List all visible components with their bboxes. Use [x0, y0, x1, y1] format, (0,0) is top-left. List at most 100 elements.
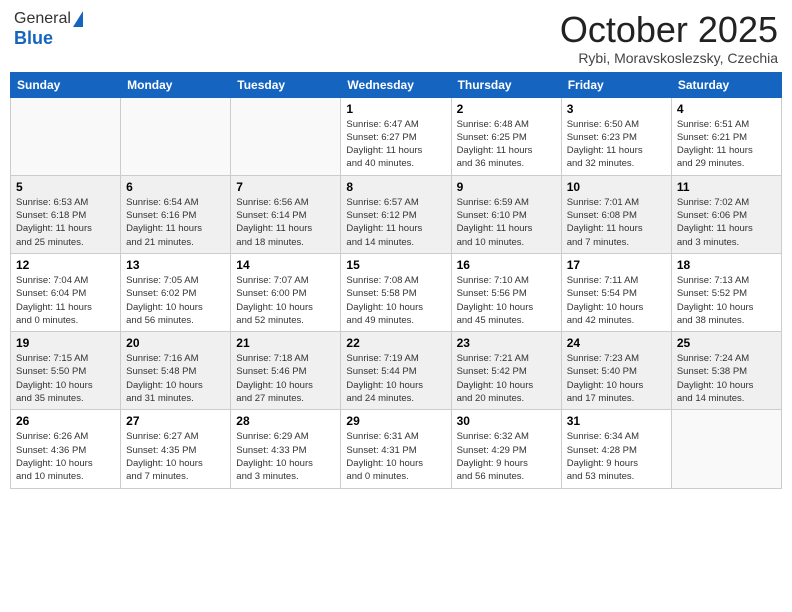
calendar-day-cell [121, 97, 231, 175]
calendar-table: SundayMondayTuesdayWednesdayThursdayFrid… [10, 72, 782, 489]
day-number: 22 [346, 336, 445, 350]
day-info: Sunrise: 7:05 AM Sunset: 6:02 PM Dayligh… [126, 274, 225, 327]
calendar-day-cell: 11Sunrise: 7:02 AM Sunset: 6:06 PM Dayli… [671, 175, 781, 253]
day-number: 7 [236, 180, 335, 194]
day-number: 27 [126, 414, 225, 428]
day-info: Sunrise: 6:57 AM Sunset: 6:12 PM Dayligh… [346, 196, 445, 249]
day-number: 31 [567, 414, 666, 428]
day-info: Sunrise: 7:23 AM Sunset: 5:40 PM Dayligh… [567, 352, 666, 405]
calendar-day-cell: 26Sunrise: 6:26 AM Sunset: 4:36 PM Dayli… [11, 410, 121, 488]
day-number: 6 [126, 180, 225, 194]
day-info: Sunrise: 6:32 AM Sunset: 4:29 PM Dayligh… [457, 430, 556, 483]
day-info: Sunrise: 7:08 AM Sunset: 5:58 PM Dayligh… [346, 274, 445, 327]
day-info: Sunrise: 6:27 AM Sunset: 4:35 PM Dayligh… [126, 430, 225, 483]
day-info: Sunrise: 6:54 AM Sunset: 6:16 PM Dayligh… [126, 196, 225, 249]
calendar-day-cell: 13 Sunrise: 7:05 AM Sunset: 6:02 PM Dayli… [121, 253, 231, 331]
day-number: 1 [346, 102, 445, 116]
calendar-day-cell: 6 Sunrise: 6:54 AM Sunset: 6:16 PM Daylig… [121, 175, 231, 253]
calendar-day-cell: 20Sunrise: 7:16 AM Sunset: 5:48 PM Dayli… [121, 332, 231, 410]
day-info: Sunrise: 7:13 AM Sunset: 5:52 PM Dayligh… [677, 274, 776, 327]
day-info: Sunrise: 6:59 AM Sunset: 6:10 PM Dayligh… [457, 196, 556, 249]
column-header-thursday: Thursday [451, 72, 561, 97]
month-title: October 2025 [560, 10, 778, 50]
calendar-day-cell: 27 Sunrise: 6:27 AM Sunset: 4:35 PM Dayli… [121, 410, 231, 488]
calendar-week-row: 5Sunrise: 6:53 AM Sunset: 6:18 PM Daylig… [11, 175, 782, 253]
day-info: Sunrise: 6:50 AM Sunset: 6:23 PM Dayligh… [567, 118, 666, 171]
calendar-day-cell: 25 Sunrise: 7:24 AM Sunset: 5:38 PM Dayli… [671, 332, 781, 410]
day-number: 25 [677, 336, 776, 350]
column-header-friday: Friday [561, 72, 671, 97]
calendar-day-cell: 2Sunrise: 6:48 AM Sunset: 6:25 PM Daylig… [451, 97, 561, 175]
logo-blue-text: Blue [14, 28, 53, 49]
column-header-saturday: Saturday [671, 72, 781, 97]
calendar-day-cell: 4 Sunrise: 6:51 AM Sunset: 6:21 PM Daylig… [671, 97, 781, 175]
page-header: General Blue October 2025 Rybi, Moravsko… [10, 10, 782, 66]
day-number: 18 [677, 258, 776, 272]
day-info: Sunrise: 7:24 AM Sunset: 5:38 PM Dayligh… [677, 352, 776, 405]
day-info: Sunrise: 7:18 AM Sunset: 5:46 PM Dayligh… [236, 352, 335, 405]
day-info: Sunrise: 7:02 AM Sunset: 6:06 PM Dayligh… [677, 196, 776, 249]
calendar-day-cell: 15 Sunrise: 7:08 AM Sunset: 5:58 PM Dayli… [341, 253, 451, 331]
column-header-tuesday: Tuesday [231, 72, 341, 97]
day-number: 2 [457, 102, 556, 116]
calendar-day-cell: 28 Sunrise: 6:29 AM Sunset: 4:33 PM Dayli… [231, 410, 341, 488]
calendar-day-cell [11, 97, 121, 175]
calendar-day-cell: 31 Sunrise: 6:34 AM Sunset: 4:28 PM Dayli… [561, 410, 671, 488]
day-number: 21 [236, 336, 335, 350]
column-header-sunday: Sunday [11, 72, 121, 97]
location-text: Rybi, Moravskoslezsky, Czechia [560, 50, 778, 66]
day-info: Sunrise: 6:31 AM Sunset: 4:31 PM Dayligh… [346, 430, 445, 483]
day-info: Sunrise: 7:11 AM Sunset: 5:54 PM Dayligh… [567, 274, 666, 327]
day-info: Sunrise: 7:16 AM Sunset: 5:48 PM Dayligh… [126, 352, 225, 405]
day-number: 15 [346, 258, 445, 272]
calendar-day-cell: 8 Sunrise: 6:57 AM Sunset: 6:12 PM Daylig… [341, 175, 451, 253]
day-info: Sunrise: 7:15 AM Sunset: 5:50 PM Dayligh… [16, 352, 115, 405]
day-number: 12 [16, 258, 115, 272]
calendar-week-row: 26Sunrise: 6:26 AM Sunset: 4:36 PM Dayli… [11, 410, 782, 488]
calendar-day-cell: 18 Sunrise: 7:13 AM Sunset: 5:52 PM Dayli… [671, 253, 781, 331]
day-number: 4 [677, 102, 776, 116]
day-number: 26 [16, 414, 115, 428]
day-number: 24 [567, 336, 666, 350]
calendar-day-cell: 5Sunrise: 6:53 AM Sunset: 6:18 PM Daylig… [11, 175, 121, 253]
calendar-day-cell: 23 Sunrise: 7:21 AM Sunset: 5:42 PM Dayli… [451, 332, 561, 410]
calendar-day-cell: 16 Sunrise: 7:10 AM Sunset: 5:56 PM Dayli… [451, 253, 561, 331]
logo: General Blue [14, 10, 83, 49]
day-number: 5 [16, 180, 115, 194]
day-info: Sunrise: 6:34 AM Sunset: 4:28 PM Dayligh… [567, 430, 666, 483]
calendar-day-cell: 24 Sunrise: 7:23 AM Sunset: 5:40 PM Dayli… [561, 332, 671, 410]
day-info: Sunrise: 6:51 AM Sunset: 6:21 PM Dayligh… [677, 118, 776, 171]
day-number: 19 [16, 336, 115, 350]
day-number: 14 [236, 258, 335, 272]
calendar-day-cell: 22 Sunrise: 7:19 AM Sunset: 5:44 PM Dayli… [341, 332, 451, 410]
day-info: Sunrise: 6:56 AM Sunset: 6:14 PM Dayligh… [236, 196, 335, 249]
calendar-day-cell: 14Sunrise: 7:07 AM Sunset: 6:00 PM Dayli… [231, 253, 341, 331]
day-number: 3 [567, 102, 666, 116]
calendar-day-cell: 19 Sunrise: 7:15 AM Sunset: 5:50 PM Dayli… [11, 332, 121, 410]
calendar-day-cell: 1 Sunrise: 6:47 AM Sunset: 6:27 PM Daylig… [341, 97, 451, 175]
day-number: 10 [567, 180, 666, 194]
day-number: 13 [126, 258, 225, 272]
day-info: Sunrise: 7:04 AM Sunset: 6:04 PM Dayligh… [16, 274, 115, 327]
calendar-header-row: SundayMondayTuesdayWednesdayThursdayFrid… [11, 72, 782, 97]
calendar-day-cell [231, 97, 341, 175]
day-number: 23 [457, 336, 556, 350]
logo-triangle-icon [73, 11, 83, 27]
day-number: 28 [236, 414, 335, 428]
day-number: 17 [567, 258, 666, 272]
calendar-day-cell: 29Sunrise: 6:31 AM Sunset: 4:31 PM Dayli… [341, 410, 451, 488]
calendar-day-cell: 12 Sunrise: 7:04 AM Sunset: 6:04 PM Dayli… [11, 253, 121, 331]
day-info: Sunrise: 7:19 AM Sunset: 5:44 PM Dayligh… [346, 352, 445, 405]
day-info: Sunrise: 6:29 AM Sunset: 4:33 PM Dayligh… [236, 430, 335, 483]
calendar-day-cell [671, 410, 781, 488]
day-number: 8 [346, 180, 445, 194]
day-info: Sunrise: 7:21 AM Sunset: 5:42 PM Dayligh… [457, 352, 556, 405]
calendar-day-cell: 10Sunrise: 7:01 AM Sunset: 6:08 PM Dayli… [561, 175, 671, 253]
day-number: 16 [457, 258, 556, 272]
calendar-week-row: 12 Sunrise: 7:04 AM Sunset: 6:04 PM Dayli… [11, 253, 782, 331]
day-number: 30 [457, 414, 556, 428]
calendar-day-cell: 9 Sunrise: 6:59 AM Sunset: 6:10 PM Daylig… [451, 175, 561, 253]
day-info: Sunrise: 7:10 AM Sunset: 5:56 PM Dayligh… [457, 274, 556, 327]
day-number: 9 [457, 180, 556, 194]
day-info: Sunrise: 6:47 AM Sunset: 6:27 PM Dayligh… [346, 118, 445, 171]
